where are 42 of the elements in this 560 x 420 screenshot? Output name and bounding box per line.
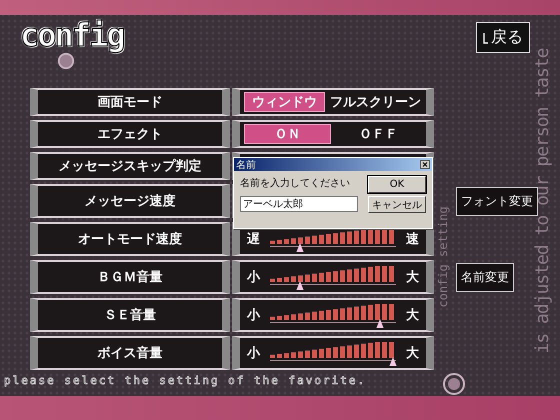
min-label: 小	[247, 269, 260, 286]
setting-label: メッセージ速度	[30, 184, 230, 218]
option-toggle[interactable]: ＯＦＦ	[335, 124, 422, 144]
ring-ornament	[442, 372, 466, 396]
min-label: 遅	[247, 231, 260, 248]
config-logo: config	[20, 15, 124, 56]
dialog-prompt: 名前を入力してください	[240, 176, 351, 190]
slider-thumb[interactable]	[389, 357, 398, 366]
slider-track[interactable]	[270, 264, 396, 290]
setting-label: メッセージスキップ判定	[30, 152, 230, 180]
setting-label: ＳＥ音量	[30, 298, 230, 332]
side-caption: config setting	[436, 205, 450, 310]
slider-thumb[interactable]	[296, 281, 304, 290]
min-label: 小	[247, 345, 260, 362]
side-button[interactable]: 名前変更	[456, 262, 514, 292]
setting-label: ＢＧＭ音量	[30, 260, 230, 294]
bracket-icon	[483, 30, 489, 44]
max-label: 速	[406, 231, 419, 248]
side-button[interactable]: フォント変更	[456, 186, 538, 216]
option-toggle[interactable]: ウィンドウ	[244, 92, 325, 112]
ring-ornament	[57, 52, 75, 70]
max-label: 大	[406, 345, 419, 362]
close-icon[interactable]	[420, 160, 430, 169]
dialog-button[interactable]: キャンセル	[368, 196, 426, 213]
max-label: 大	[406, 307, 419, 324]
slider-track[interactable]	[270, 302, 396, 328]
option-toggle[interactable]: フルスクリーン	[329, 92, 422, 112]
slider-thumb[interactable]	[296, 243, 304, 252]
slider-thumb[interactable]	[376, 319, 384, 328]
setting-label: ボイス音量	[30, 336, 230, 370]
setting-label: オートモード速度	[30, 222, 230, 256]
name-input-field[interactable]: アーベル太郎	[240, 196, 358, 212]
setting-label: エフェクト	[30, 120, 230, 148]
option-toggle[interactable]: ＯＮ	[244, 124, 331, 144]
slider-track[interactable]	[270, 340, 396, 366]
max-label: 大	[406, 269, 419, 286]
back-button[interactable]: 戻る	[476, 22, 530, 53]
footer-caption: please select the setting of the favorite.	[4, 374, 366, 387]
min-label: 小	[247, 307, 260, 324]
setting-label: 画面モード	[30, 88, 230, 116]
dialog-button[interactable]: OK	[368, 176, 426, 193]
dialog-title: 名前	[236, 158, 256, 172]
